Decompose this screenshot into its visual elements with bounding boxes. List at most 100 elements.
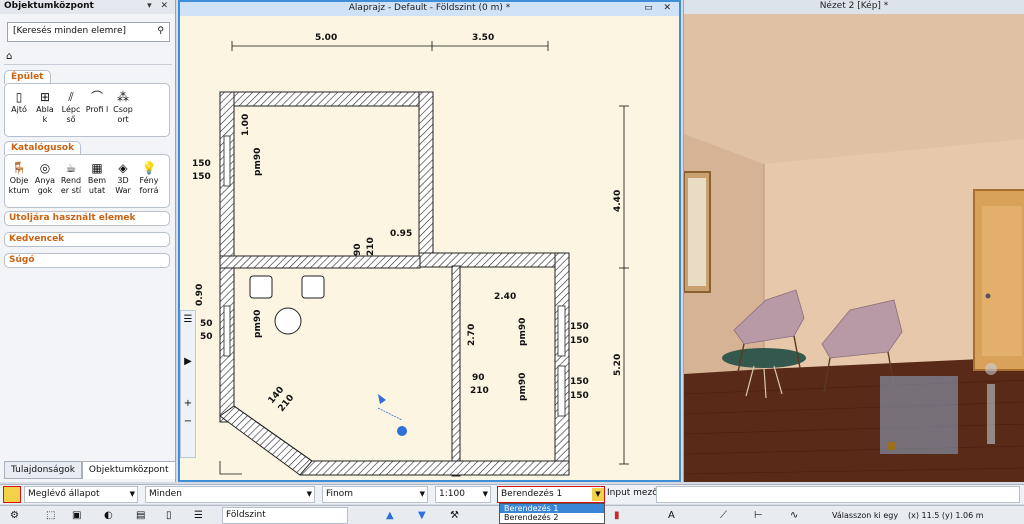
dim-label: 150: [570, 391, 589, 401]
tool-stairs[interactable]: ⫽ Lépc ső: [59, 89, 83, 125]
dim-label: 2.40: [494, 292, 516, 302]
floor-plan-titlebar: Alaprajz - Default - Földszint (0 m) * ▭…: [180, 2, 679, 16]
layers-icon[interactable]: ☰: [181, 311, 195, 329]
floor-plan-canvas[interactable]: 5.00 3.50 1.00 150 150 0.95 4.40 0.90 2.…: [180, 16, 679, 482]
showcase-icon: ▦: [91, 161, 103, 175]
group-header-catalogs[interactable]: Katalógusok: [4, 141, 82, 155]
scale-select[interactable]: 1:100 ▼: [435, 486, 491, 503]
expand-icon[interactable]: ▶: [181, 353, 195, 371]
tab-object-center[interactable]: Objektumközpont: [81, 461, 176, 479]
ruler-icon[interactable]: ⊢: [754, 508, 763, 523]
dim-label: 0.95: [390, 229, 412, 239]
chevron-down-icon: ▼: [592, 488, 604, 501]
tool-material[interactable]: ◎ Anya gok: [33, 160, 57, 196]
profile-icon: ⌒: [90, 90, 103, 104]
furnishing-dropdown-list[interactable]: Berendezés 1 Berendezés 2: [499, 503, 605, 524]
panel-controls[interactable]: ▾ ✕: [147, 1, 171, 13]
select-icon[interactable]: ⬚: [46, 508, 55, 523]
tool-render[interactable]: ☕ Rend er stí: [59, 160, 83, 196]
object-center-panel: Objektumközpont ▾ ✕ [Keresés minden elem…: [0, 0, 176, 482]
state-select[interactable]: Meglévő állapot ▼: [24, 486, 138, 503]
chevron-down-icon: ▼: [306, 490, 312, 498]
floor-select[interactable]: Földszint: [222, 507, 348, 524]
search-input[interactable]: [Keresés minden elemre] ⚲: [7, 22, 170, 42]
tool-profile[interactable]: ⌒ Profi l: [85, 89, 109, 125]
panel-title-bar: Objektumközpont ▾ ✕: [0, 0, 175, 14]
tool-warehouse[interactable]: ◈ 3D War: [111, 160, 135, 196]
home-icon[interactable]: ⌂: [6, 50, 20, 63]
tab-properties[interactable]: Tulajdonságok: [4, 461, 82, 479]
tool-label: Obje ktum: [8, 176, 30, 195]
hammer-icon[interactable]: ⚒: [450, 508, 459, 523]
dim-label: 210: [470, 386, 489, 396]
quality-select[interactable]: Finom ▼: [322, 486, 428, 503]
dim-label: 210: [366, 237, 376, 256]
hint-text: Válasszon ki egy: [832, 511, 899, 520]
dim-label: 150: [570, 336, 589, 346]
stairs-icon: ⫽: [68, 90, 74, 104]
measure-icon[interactable]: ⟋: [720, 508, 727, 523]
tool-label: Fény forrá: [139, 176, 159, 195]
search-icon[interactable]: ⚲: [157, 26, 164, 36]
furnishing-select[interactable]: Berendezés 1 ▼: [497, 486, 605, 503]
arrow-down-icon[interactable]: ▼: [418, 508, 426, 523]
panel-tabs: Tulajdonságok Objektumközpont: [4, 461, 176, 479]
panel-title: Objektumközpont: [4, 1, 94, 11]
search-placeholder: [Keresés minden elemre]: [13, 26, 126, 36]
wall-icon[interactable]: ▮: [614, 508, 620, 523]
dim-label: 2.70: [467, 324, 477, 346]
curve-icon[interactable]: ∿: [790, 508, 798, 523]
dim-label: 0.90: [195, 284, 205, 306]
zoom-out-icon[interactable]: −: [181, 413, 195, 431]
tool-window[interactable]: ⊞ Abla k: [33, 89, 57, 125]
tool-showcase[interactable]: ▦ Bem utat: [85, 160, 109, 196]
state-select-value: Meglévő állapot: [28, 489, 100, 499]
quality-select-value: Finom: [326, 489, 353, 499]
group-favorites[interactable]: Kedvencek: [4, 232, 170, 247]
page-icon[interactable]: ▯: [166, 508, 172, 523]
layer-toggle-icon[interactable]: [3, 486, 21, 503]
tool-light[interactable]: 💡 Fény forrá: [137, 160, 161, 196]
group-header-building[interactable]: Épület: [4, 70, 51, 84]
window-icon: ⊞: [39, 90, 51, 104]
dim-label: 90: [353, 243, 363, 256]
hatch-icon[interactable]: ▤: [136, 508, 145, 523]
input-field-label: Input mező: [607, 488, 658, 498]
dropdown-option[interactable]: Berendezés 1: [500, 504, 604, 513]
group-recent[interactable]: Utoljára használt elemek: [4, 211, 170, 226]
magnet-icon[interactable]: ◐: [104, 508, 113, 523]
list-icon[interactable]: ☰: [194, 508, 203, 523]
tool-door[interactable]: ▯ Ajtó: [7, 89, 31, 125]
origin-marker: [219, 461, 242, 475]
3d-render[interactable]: [684, 14, 1024, 482]
filter-select[interactable]: Minden ▼: [145, 486, 315, 503]
text-icon[interactable]: A: [668, 508, 675, 523]
arrow-up-icon[interactable]: ▲: [386, 508, 394, 523]
dim-label: 150: [192, 172, 211, 182]
filter-select-value: Minden: [149, 489, 182, 499]
floor-plan-window[interactable]: Alaprajz - Default - Földszint (0 m) * ▭…: [178, 0, 681, 482]
tool-label: Anya gok: [34, 176, 56, 195]
dropdown-option[interactable]: Berendezés 2: [500, 513, 604, 522]
dim-label: 90: [472, 373, 485, 383]
object-icon: 🪑: [11, 161, 27, 175]
window-controls[interactable]: ▭ ✕: [644, 2, 675, 15]
dim-label: 4.40: [613, 190, 623, 212]
divider: [4, 64, 172, 65]
zoom-in-icon[interactable]: +: [181, 395, 195, 413]
frame-icon[interactable]: ▣: [72, 508, 81, 523]
input-field[interactable]: [656, 486, 1020, 503]
dim-label: pm90: [253, 310, 263, 338]
group-help[interactable]: Súgó: [4, 253, 170, 268]
group-catalogs: 🪑 Obje ktum ◎ Anya gok ☕ Rend er stí ▦ Bem utat…: [4, 154, 170, 208]
render-icon: ☕: [65, 161, 77, 175]
settings-icon[interactable]: ⚙: [10, 508, 19, 523]
dim-label: 150: [570, 377, 589, 387]
tool-label: Ajtó: [11, 105, 27, 114]
dim-label: 3.50: [472, 33, 494, 43]
3d-view-window[interactable]: Nézet 2 [Kép] *: [683, 0, 1024, 482]
dim-label: 150: [570, 322, 589, 332]
tool-group[interactable]: ⁂ Csop ort: [111, 89, 135, 125]
tool-object[interactable]: 🪑 Obje ktum: [7, 160, 31, 196]
group-icon: ⁂: [117, 90, 129, 104]
